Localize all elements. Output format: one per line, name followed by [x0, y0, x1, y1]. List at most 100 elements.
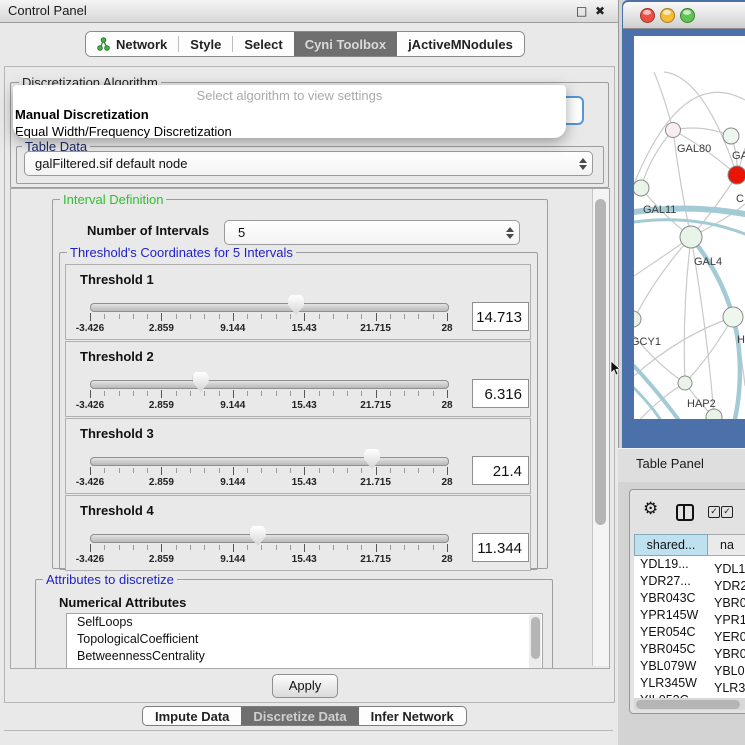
network-canvas[interactable]: GAL80GAGAL11CGAL4GCY1HHAP2	[634, 36, 745, 419]
column-header-shared[interactable]: shared...	[634, 534, 708, 556]
bottom-tab-infer-network[interactable]: Infer Network	[359, 707, 466, 725]
numerical-attributes-list[interactable]: SelfLoopsTopologicalCoefficientBetweenne…	[66, 613, 543, 669]
table-hscrollbar[interactable]	[634, 698, 745, 710]
table-row[interactable]: YDR27...YDR2	[634, 573, 745, 590]
axis-tick	[119, 391, 120, 396]
table-row[interactable]: YER054CYER0	[634, 624, 745, 641]
column-layout-icon[interactable]	[676, 504, 694, 521]
tab-select[interactable]: Select	[233, 32, 293, 56]
threshold-slider-thumb[interactable]	[193, 372, 209, 392]
dropdown-option-equal-width-frequency-discretization[interactable]: Equal Width/Frequency Discretization	[13, 123, 566, 138]
threshold-slider-thumb[interactable]	[288, 295, 304, 315]
network-view-window: GAL80GAGAL11CGAL4GCY1HHAP2	[622, 0, 745, 448]
tab-cyni-toolbox[interactable]: Cyni Toolbox	[294, 32, 397, 56]
traffic-light-close[interactable]	[640, 8, 655, 23]
axis-tick	[204, 545, 205, 550]
table-body[interactable]: YDL19...YDL1YDR27...YDR2YBR043CYBR0YPR14…	[634, 556, 745, 698]
cell-shared-name: YER054C	[634, 624, 708, 641]
axis-tick	[404, 314, 405, 319]
axis-tick	[333, 468, 334, 473]
threshold-slider-track[interactable]	[90, 380, 449, 389]
tab-network[interactable]: Network	[86, 32, 178, 56]
threshold-slider-thumb[interactable]	[364, 449, 380, 469]
attributes-scrollbar[interactable]	[529, 615, 541, 669]
table-data-combobox[interactable]: galFiltered.sif default node	[24, 151, 593, 176]
attribute-items: SelfLoopsTopologicalCoefficientBetweenne…	[67, 614, 542, 665]
list-item[interactable]: BetweennessCentrality	[67, 648, 542, 665]
table-data-value: galFiltered.sif default node	[25, 156, 574, 171]
list-item[interactable]: SelfLoops	[67, 614, 542, 631]
list-item[interactable]: TopologicalCoefficient	[67, 631, 542, 648]
threshold-slider-track[interactable]	[90, 534, 449, 543]
float-window-icon[interactable]: □	[576, 4, 587, 18]
column-header-name[interactable]: na	[708, 534, 745, 556]
graph-node[interactable]	[666, 123, 681, 138]
apply-button[interactable]: Apply	[272, 674, 338, 698]
traffic-light-minimize[interactable]	[660, 8, 675, 23]
network-window-titlebar[interactable]	[623, 2, 745, 29]
threshold-slider-track[interactable]	[90, 457, 449, 466]
threshold-value-field[interactable]: 6.316	[472, 379, 529, 408]
close-icon[interactable]: ✖	[595, 4, 605, 18]
traffic-light-zoom[interactable]	[680, 8, 695, 23]
table-row[interactable]: YPR145WYPR1	[634, 607, 745, 624]
table-row[interactable]: YBR045CYBR0	[634, 641, 745, 658]
axis-tick	[219, 314, 220, 319]
axis-tick	[204, 391, 205, 396]
graph-node-label: GA	[732, 150, 745, 162]
threshold-label: Threshold 3	[80, 426, 154, 441]
tab-jactivemnodules[interactable]: jActiveMNodules	[397, 32, 524, 56]
checkbox-icon[interactable]: ✓	[708, 506, 720, 518]
axis-tick	[161, 390, 162, 398]
thresholds-group-title: Threshold's Coordinates for 5 Intervals	[67, 245, 296, 260]
axis-tick	[190, 314, 191, 319]
graph-node[interactable]	[634, 180, 649, 196]
graph-node[interactable]	[728, 166, 745, 184]
threshold-slider-thumb[interactable]	[250, 526, 266, 546]
network-graph[interactable]: GAL80GAGAL11CGAL4GCY1HHAP2	[634, 36, 745, 419]
attributes-scrollbar-thumb[interactable]	[531, 617, 540, 659]
table-row[interactable]: YLR345WYLR3	[634, 675, 745, 692]
axis-tick	[233, 544, 234, 552]
control-panel-titlebar: Control Panel □ ✖	[0, 0, 618, 23]
axis-tick	[133, 468, 134, 473]
graph-node[interactable]	[678, 376, 692, 390]
axis-tick	[90, 390, 91, 398]
table-row[interactable]: YDL19...YDL1	[634, 556, 745, 573]
dropdown-option-manual-discretization[interactable]: Manual Discretization	[13, 106, 566, 123]
number-of-intervals-combobox[interactable]: 5	[224, 220, 520, 245]
panel-scrollbar-thumb[interactable]	[595, 199, 606, 525]
axis-tick	[361, 391, 362, 396]
screen: Control Panel □ ✖ Network Style SelectCyni…	[0, 0, 745, 745]
threshold-slider-track[interactable]	[90, 303, 449, 312]
bottom-tab-impute-data[interactable]: Impute Data	[143, 707, 241, 725]
graph-node[interactable]	[680, 226, 702, 248]
axis-tick	[176, 391, 177, 396]
top-tab-bar: Network Style SelectCyni ToolboxjActiveMNo…	[85, 31, 525, 57]
axis-tick-label: 21.715	[360, 554, 391, 565]
threshold-value-field[interactable]: 11.344	[472, 533, 529, 562]
table-hscrollbar-thumb[interactable]	[636, 700, 740, 709]
graph-node[interactable]	[634, 311, 641, 327]
table-row[interactable]: YBL079WYBL0	[634, 658, 745, 675]
axis-tick	[161, 544, 162, 552]
axis-tick	[261, 314, 262, 319]
table-row[interactable]: YBR043CYBR0	[634, 590, 745, 607]
graph-node[interactable]	[723, 128, 739, 144]
tab-style[interactable]: Style	[179, 32, 232, 56]
graph-node[interactable]	[706, 409, 722, 419]
tab-label: Style	[190, 37, 221, 52]
threshold-value-field[interactable]: 14.713	[472, 302, 529, 331]
graph-node[interactable]	[723, 307, 743, 327]
checkbox-icon[interactable]: ✓	[721, 506, 733, 518]
algorithm-dropdown-options: Manual DiscretizationEqual Width/Frequen…	[13, 106, 566, 138]
axis-tick	[119, 468, 120, 473]
graph-edge	[684, 237, 691, 383]
axis-tick-label: 2.859	[149, 400, 174, 411]
gear-icon[interactable]: ⚙	[643, 501, 658, 518]
axis-tick	[276, 314, 277, 319]
threshold-value-field[interactable]: 21.4	[472, 456, 529, 485]
panel-scrollbar[interactable]	[592, 189, 609, 666]
bottom-tab-discretize-data[interactable]: Discretize Data	[241, 707, 358, 725]
axis-tick	[376, 313, 377, 321]
